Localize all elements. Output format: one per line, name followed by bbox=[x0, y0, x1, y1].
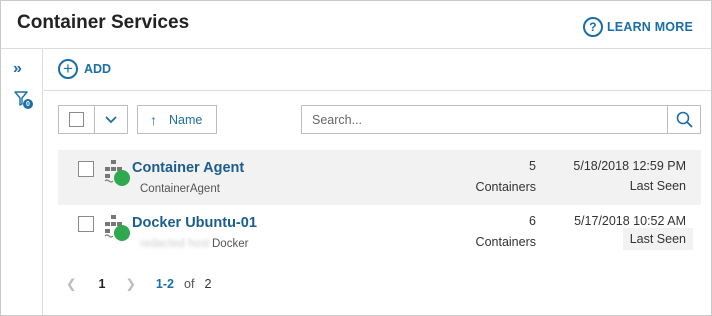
sidebar: » 0 bbox=[1, 49, 43, 315]
page-title: Container Services bbox=[17, 12, 190, 33]
search-icon bbox=[676, 111, 693, 128]
select-options-dropdown[interactable] bbox=[95, 106, 127, 133]
pagination: ❮ 1 ❯ 1-2 of 2 bbox=[66, 276, 212, 292]
redacted-hostname: redacted host bbox=[140, 238, 210, 250]
last-seen-label: Last Seen bbox=[622, 228, 693, 250]
sort-label: Name bbox=[169, 112, 203, 127]
learn-more-button[interactable]: ? LEARN MORE bbox=[582, 17, 693, 37]
page-total: 2 bbox=[204, 276, 212, 291]
sort-by-name-button[interactable]: ↑ Name bbox=[137, 105, 217, 134]
container-count-label: Containers bbox=[475, 180, 536, 194]
row-checkbox[interactable] bbox=[78, 161, 94, 177]
plus-icon: + bbox=[58, 59, 78, 79]
add-label: ADD bbox=[84, 62, 112, 76]
node-subtitle: ContainerAgent bbox=[140, 183, 220, 195]
search-box bbox=[301, 105, 701, 134]
last-seen-date: 5/17/2018 10:52 AM bbox=[574, 214, 686, 228]
add-button[interactable]: + ADD bbox=[58, 59, 111, 79]
toolbar: + ADD bbox=[44, 49, 711, 91]
status-up-indicator bbox=[114, 170, 130, 186]
sort-ascending-icon: ↑ bbox=[150, 111, 157, 128]
chevron-down-icon bbox=[105, 115, 117, 123]
page-of-label: of bbox=[184, 276, 195, 291]
list-item[interactable]: Docker Ubuntu-01 redacted host Docker 6 … bbox=[58, 205, 701, 260]
container-count: 6 bbox=[529, 214, 536, 228]
expand-sidebar-icon[interactable]: » bbox=[13, 60, 22, 78]
search-button[interactable] bbox=[667, 106, 700, 133]
status-up-indicator bbox=[114, 225, 130, 241]
learn-more-label: LEARN MORE bbox=[606, 20, 693, 34]
panel-header: Container Services ? LEARN MORE bbox=[1, 1, 711, 49]
search-input[interactable] bbox=[302, 106, 667, 133]
row-checkbox[interactable] bbox=[78, 216, 94, 232]
filter-button[interactable]: 0 bbox=[14, 91, 33, 112]
list-item[interactable]: Container Agent ContainerAgent 5 Contain… bbox=[58, 150, 701, 205]
node-name-link[interactable]: Container Agent bbox=[132, 160, 244, 176]
node-name-link[interactable]: Docker Ubuntu-01 bbox=[132, 215, 257, 231]
select-all-checkbox[interactable] bbox=[59, 106, 95, 133]
filter-count-badge: 0 bbox=[23, 99, 33, 109]
previous-page-icon[interactable]: ❮ bbox=[66, 276, 76, 291]
last-seen-label: Last Seen bbox=[629, 179, 686, 193]
container-count-label: Containers bbox=[475, 235, 536, 249]
bulk-select-group bbox=[58, 105, 128, 134]
node-subtitle: Docker bbox=[212, 238, 249, 250]
container-count: 5 bbox=[529, 159, 536, 173]
current-page-number[interactable]: 1 bbox=[98, 277, 105, 291]
help-icon: ? bbox=[582, 17, 603, 37]
last-seen-date: 5/18/2018 12:59 PM bbox=[573, 159, 686, 173]
page-range: 1-2 bbox=[155, 276, 174, 291]
next-page-icon[interactable]: ❯ bbox=[125, 276, 135, 291]
